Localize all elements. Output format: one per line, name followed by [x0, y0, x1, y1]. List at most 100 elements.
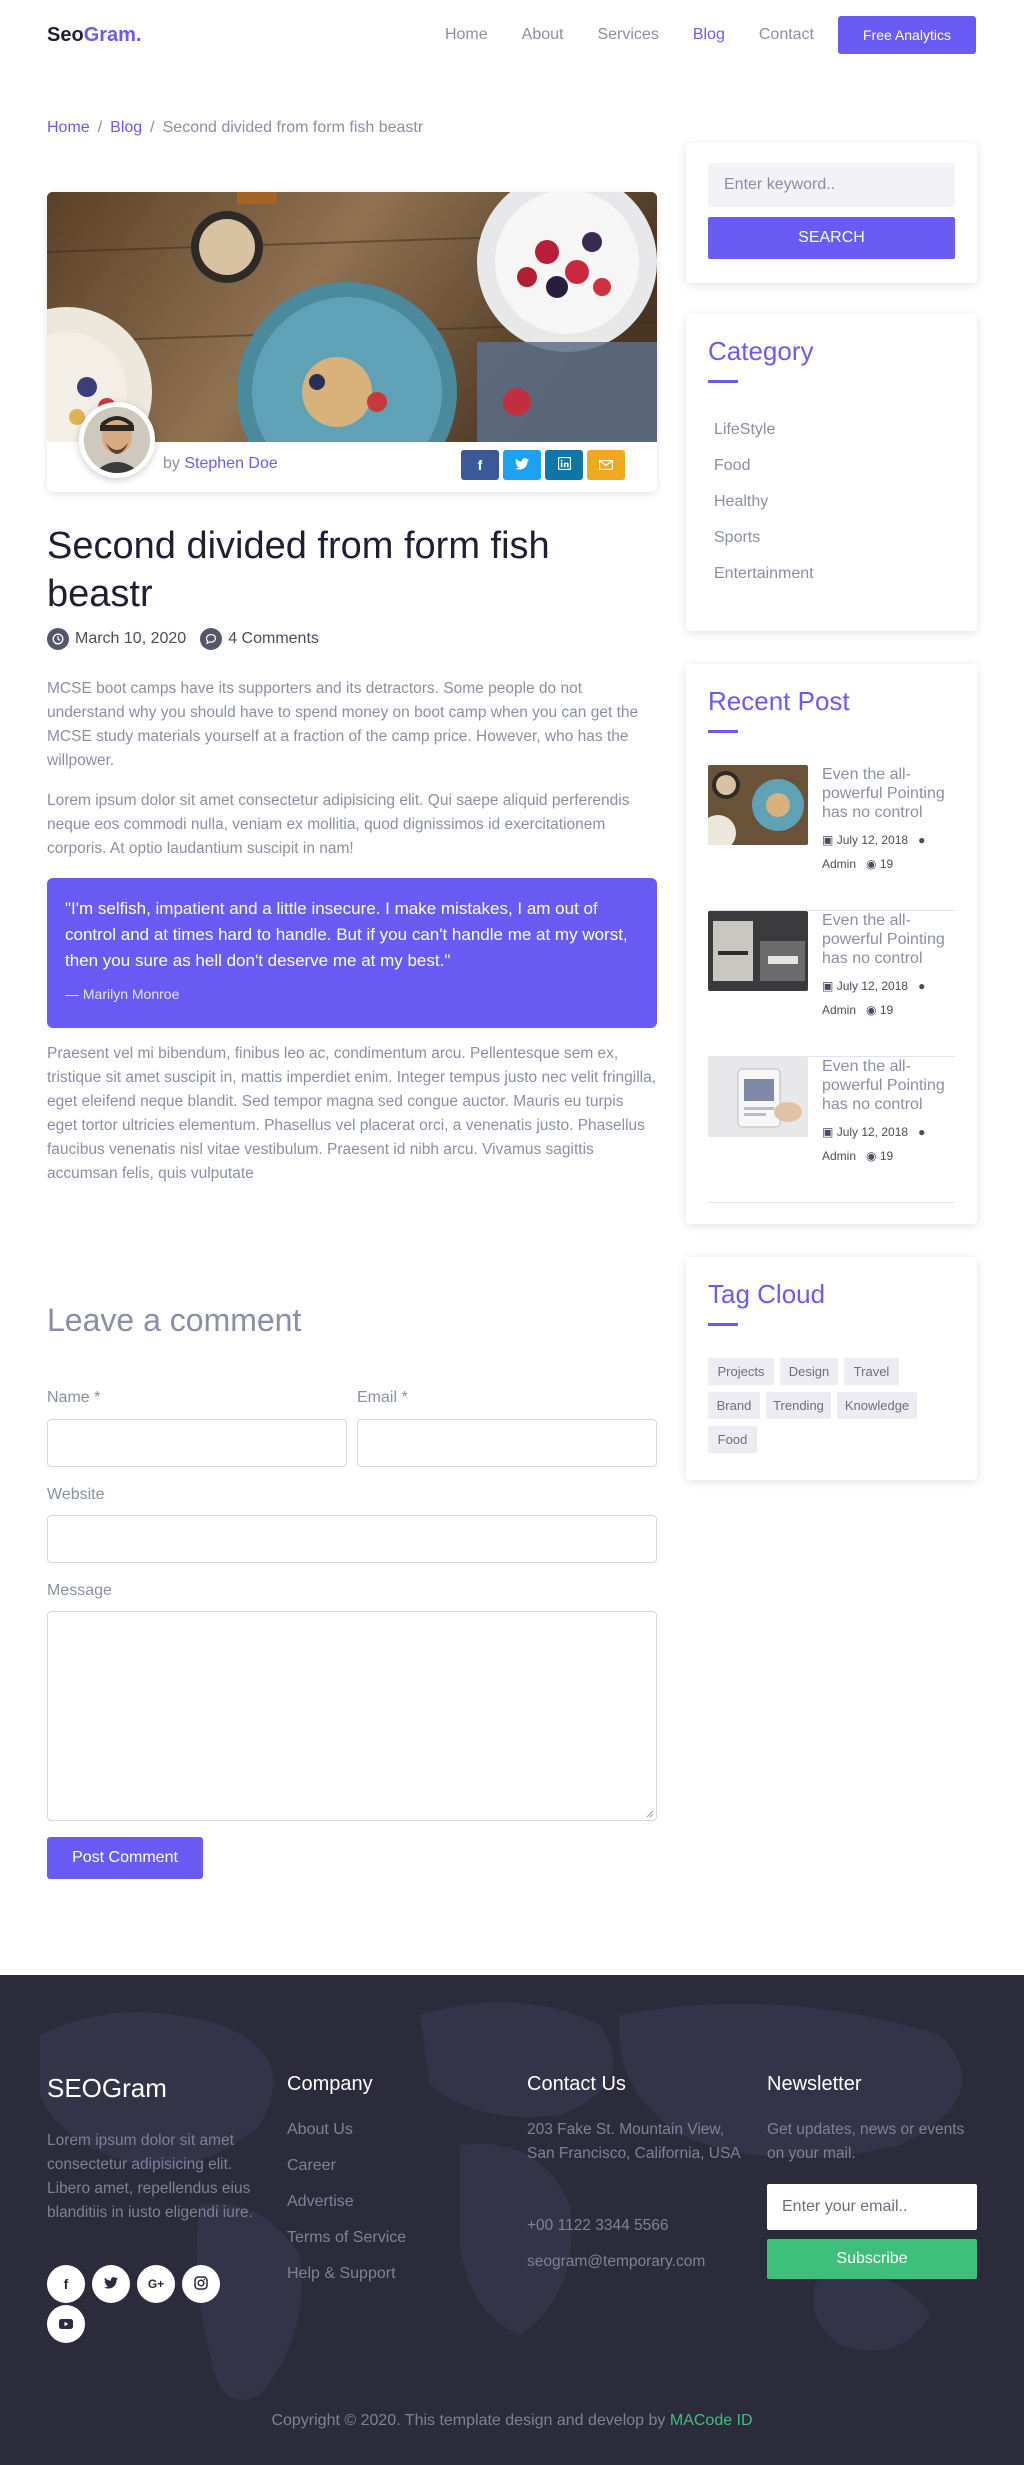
title-underline: [708, 380, 738, 383]
nav-services[interactable]: Services: [597, 16, 658, 54]
resize-handle-icon[interactable]: [646, 1810, 654, 1818]
footer-facebook-button[interactable]: f: [47, 2265, 85, 2303]
tag-knowledge[interactable]: Knowledge: [837, 1392, 917, 1419]
breadcrumb-blog[interactable]: Blog: [110, 119, 142, 136]
recent-post-author-line: Admin ◉ 19: [822, 1003, 893, 1017]
category-sports[interactable]: Sports: [714, 529, 760, 547]
footer-about: Lorem ipsum dolor sit amet consectetur a…: [47, 2132, 253, 2221]
calendar-icon: ▣: [822, 1125, 834, 1139]
recent-post-author: Admin: [822, 1003, 857, 1017]
tag-food[interactable]: Food: [708, 1426, 757, 1453]
site-logo[interactable]: SeoGram.: [47, 24, 142, 47]
breadcrumb-current: Second divided from form fish beastr: [162, 119, 424, 136]
footer-link-help[interactable]: Help & Support: [287, 2265, 396, 2283]
category-food[interactable]: Food: [714, 457, 750, 475]
recent-post-title-link[interactable]: Even the all-powerful Pointing has no co…: [822, 765, 955, 822]
mail-icon: [598, 457, 614, 473]
recent-post-date-line: ▣ July 12, 2018 ●: [822, 1125, 925, 1139]
subscribe-button[interactable]: Subscribe: [767, 2239, 977, 2279]
recent-post-item[interactable]: Even the all-powerful Pointing has no co…: [708, 765, 955, 911]
post-comments-link[interactable]: 4 Comments: [228, 630, 319, 648]
recent-post-thumbnail: [708, 911, 808, 991]
logo-accent: Gram.: [83, 24, 142, 46]
footer-instagram-button[interactable]: [182, 2265, 220, 2303]
nav-home[interactable]: Home: [445, 16, 488, 54]
linkedin-icon: [557, 456, 571, 473]
post-paragraph-1: MCSE boot camps have its supporters and …: [47, 680, 639, 769]
newsletter-title: Newsletter: [767, 2073, 862, 2095]
recent-post-title-link[interactable]: Even the all-powerful Pointing has no co…: [822, 911, 955, 968]
recent-post-item[interactable]: Even the all-powerful Pointing has no co…: [708, 911, 955, 1057]
copyright-text: Copyright © 2020. This template design a…: [271, 2412, 666, 2429]
breadcrumb-separator: /: [97, 119, 103, 136]
author-link[interactable]: Stephen Doe: [184, 455, 277, 472]
name-field[interactable]: [47, 1419, 347, 1467]
category-lifestyle[interactable]: LifeStyle: [714, 421, 775, 439]
message-label: Message: [47, 1582, 112, 1599]
post-author-bar: by Stephen Doe f: [47, 402, 657, 492]
recent-post-item[interactable]: Even the all-powerful Pointing has no co…: [708, 1057, 955, 1203]
recent-post-date-line: ▣ July 12, 2018 ●: [822, 979, 925, 993]
quote-author: — Marilyn Monroe: [65, 986, 180, 1002]
post-paragraph-3: Praesent vel mi bibendum, finibus leo ac…: [47, 1045, 657, 1182]
author-prefix: by: [163, 455, 180, 472]
breadcrumb-home[interactable]: Home: [47, 119, 90, 136]
search-input[interactable]: Enter keyword..: [708, 163, 955, 207]
post-comment-button[interactable]: Post Comment: [47, 1837, 203, 1879]
search-button[interactable]: SEARCH: [708, 217, 955, 259]
tag-design[interactable]: Design: [780, 1358, 838, 1385]
author-line: by Stephen Doe: [163, 455, 278, 473]
website-field[interactable]: [47, 1515, 657, 1563]
author-avatar-image: [84, 407, 150, 473]
nav-about[interactable]: About: [522, 16, 564, 54]
tag-projects[interactable]: Projects: [708, 1358, 774, 1385]
breadcrumb: Home / Blog / Second divided from form fish …: [47, 119, 423, 137]
page: SeoGram. Home About Services Blog Contac…: [0, 0, 1024, 2465]
nav-contact[interactable]: Contact: [759, 16, 814, 54]
category-widget: Category LifeStyle Food Healthy Sports E…: [686, 314, 977, 631]
footer-link-advertise[interactable]: Advertise: [287, 2193, 354, 2211]
author-avatar[interactable]: [79, 402, 155, 478]
recent-post-comments: 19: [879, 857, 894, 871]
site-footer: SEOGram Lorem ipsum dolor sit amet conse…: [0, 1975, 1024, 2465]
website-label: Website: [47, 1486, 105, 1503]
post-hero-card: by Stephen Doe f: [47, 192, 657, 492]
copyright-link[interactable]: MACode ID: [670, 2412, 753, 2429]
share-twitter-button[interactable]: [503, 450, 541, 480]
share-facebook-button[interactable]: f: [461, 450, 499, 480]
tag-travel[interactable]: Travel: [844, 1358, 899, 1385]
nav-blog[interactable]: Blog: [693, 16, 725, 54]
free-analytics-button[interactable]: Free Analytics: [838, 16, 976, 54]
tag-brand[interactable]: Brand: [708, 1392, 760, 1419]
footer-link-career[interactable]: Career: [287, 2157, 336, 2175]
footer-google-plus-button[interactable]: G+: [137, 2265, 175, 2303]
share-mail-button[interactable]: [587, 450, 625, 480]
recent-post-comments: 19: [879, 1003, 894, 1017]
footer-link-terms[interactable]: Terms of Service: [287, 2229, 406, 2247]
tag-trending[interactable]: Trending: [766, 1392, 831, 1419]
category-title: Category: [708, 336, 814, 366]
footer-link-about-us[interactable]: About Us: [287, 2121, 353, 2139]
share-linkedin-button[interactable]: [545, 450, 583, 480]
post-hero-image: [47, 192, 657, 442]
recent-post-comments: 19: [879, 1149, 894, 1163]
title-underline: [708, 1323, 738, 1326]
post-title: Second divided from form fish beastr: [47, 525, 550, 615]
post-date: March 10, 2020: [75, 630, 187, 647]
comment-icon: ◉: [866, 857, 877, 871]
recent-post-title-link[interactable]: Even the all-powerful Pointing has no co…: [822, 1057, 955, 1114]
post-meta: March 10, 2020 4 Comments: [47, 628, 319, 650]
contact-email[interactable]: seogram@temporary.com: [527, 2250, 742, 2274]
newsletter-email-input[interactable]: Enter your email..: [767, 2184, 977, 2230]
footer-twitter-button[interactable]: [92, 2265, 130, 2303]
category-entertainment[interactable]: Entertainment: [714, 565, 814, 583]
category-healthy[interactable]: Healthy: [714, 493, 768, 511]
share-buttons: f: [461, 450, 625, 480]
message-textarea[interactable]: [47, 1611, 657, 1821]
contact-title: Contact Us: [527, 2073, 626, 2095]
email-field[interactable]: [357, 1419, 657, 1467]
company-title: Company: [287, 2073, 373, 2095]
recent-post-widget: Recent Post Even the all-powerful Pointi…: [686, 664, 977, 1224]
footer-youtube-button[interactable]: [47, 2305, 85, 2343]
recent-post-date: July 12, 2018: [836, 979, 909, 993]
